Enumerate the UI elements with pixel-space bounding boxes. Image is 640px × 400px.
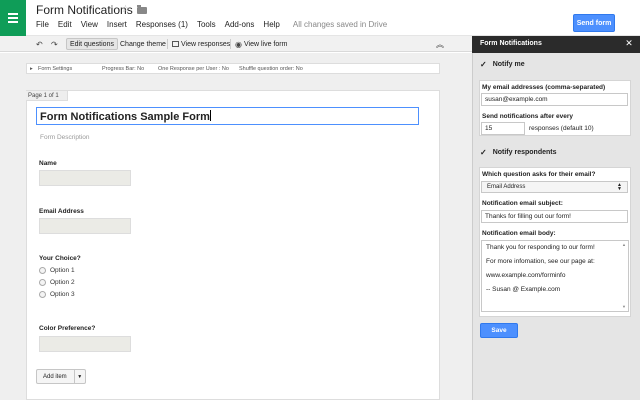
save-status: All changes saved in Drive (292, 20, 388, 29)
view-responses-button[interactable]: View responses (172, 38, 230, 50)
send-form-button[interactable]: Send form (573, 14, 615, 32)
body-line: Thank you for responding to our form! (486, 244, 595, 251)
undo-icon[interactable]: ↶ (36, 38, 43, 50)
scroll-down-icon[interactable]: ▼ (622, 304, 626, 309)
select-arrows-icon: ▲ ▼ (617, 182, 622, 192)
eye-icon: ◉ (235, 39, 242, 49)
close-icon[interactable]: ✕ (624, 38, 634, 48)
document-title[interactable]: Form Notifications (36, 3, 133, 17)
menu-tools[interactable]: Tools (197, 20, 216, 29)
page-indicator: Page 1 of 1 (26, 91, 68, 101)
menu-help[interactable]: Help (263, 20, 279, 29)
frequency-input[interactable]: 15 (481, 122, 525, 135)
edit-questions-button[interactable]: Edit questions (66, 38, 118, 50)
option-label: Option 1 (50, 267, 75, 274)
shuffle-setting: Shuffle question order: No (239, 66, 303, 72)
option-item[interactable]: Option 3 (39, 291, 75, 298)
menu-file[interactable]: File (36, 20, 49, 29)
notify-respondents-checkbox[interactable]: ✓ Notify respondents (480, 148, 557, 157)
toolbar: ↶ ↷ Edit questions Change theme View res… (0, 36, 472, 52)
redo-icon[interactable]: ↷ (51, 38, 58, 50)
view-live-form-label: View live form (243, 40, 288, 48)
menu-view[interactable]: View (81, 20, 98, 29)
body-line: For more infomation, see our page at: (486, 258, 595, 265)
add-item-button[interactable]: Add item ▼ (36, 369, 86, 384)
subject-label: Notification email subject: (482, 200, 563, 207)
view-live-form-button[interactable]: ◉ View live form (235, 38, 287, 50)
which-question-label: Which question asks for their email? (482, 171, 596, 178)
forms-logo-icon[interactable] (0, 0, 26, 36)
body-line: -- Susan @ Example.com (486, 286, 561, 293)
frequency-suffix: responses (default 10) (529, 125, 594, 132)
collapse-icon[interactable]: ︽ (436, 38, 444, 50)
body-textarea[interactable]: Thank you for responding to our form! Fo… (481, 240, 629, 312)
question-label: Email Address (39, 208, 84, 215)
form-description-input[interactable]: Form Description (40, 134, 89, 141)
question-label: Your Choice? (39, 255, 81, 262)
subject-input[interactable]: Thanks for filling out our form! (481, 210, 628, 223)
toolbar-divider (167, 39, 168, 49)
checkmark-icon: ✓ (480, 148, 487, 157)
email-answer-field[interactable] (39, 218, 131, 234)
form-settings-label: Form Settings (38, 66, 73, 72)
add-item-label: Add item (43, 373, 67, 380)
question-label: Name (39, 160, 57, 167)
name-answer-field[interactable] (39, 170, 131, 186)
view-responses-label: View responses (181, 40, 231, 48)
menu-edit[interactable]: Edit (58, 20, 72, 29)
form-title-text: Form Notifications Sample Form (40, 111, 210, 123)
email-question-value: Email Address (487, 184, 526, 190)
body-label: Notification email body: (482, 230, 556, 237)
save-button[interactable]: Save (480, 323, 518, 338)
notify-me-label: Notify me (492, 61, 525, 68)
star-icon[interactable]: ☆ (121, 4, 130, 15)
checkmark-icon: ✓ (480, 60, 487, 69)
progress-bar-setting: Progress Bar: No (102, 66, 145, 72)
notify-respondents-label: Notify respondents (492, 149, 557, 156)
chevron-down-icon[interactable]: ▼ (73, 370, 85, 383)
option-label: Option 3 (50, 291, 75, 298)
expand-arrow-icon: ▸ (30, 66, 33, 72)
radio-icon (39, 291, 46, 298)
option-item[interactable]: Option 2 (39, 279, 75, 286)
option-label: Option 2 (50, 279, 75, 286)
radio-icon (39, 279, 46, 286)
emails-input[interactable]: susan@example.com (481, 93, 628, 106)
form-title-input[interactable]: Form Notifications Sample Form (36, 107, 419, 125)
menu-bar: File Edit View Insert Responses (1) Tool… (36, 20, 387, 29)
toolbar-divider (230, 39, 231, 49)
color-answer-field[interactable] (39, 336, 131, 352)
one-response-setting: One Response per User : No (158, 66, 229, 72)
option-item[interactable]: Option 1 (39, 267, 75, 274)
app-header: Form Notifications ☆ File Edit View Inse… (0, 0, 640, 36)
menu-insert[interactable]: Insert (107, 20, 127, 29)
question-label: Color Preference? (39, 325, 96, 332)
folder-icon[interactable] (137, 5, 147, 14)
email-question-select[interactable]: Email Address ▲ ▼ (481, 181, 628, 193)
emails-label: My email addresses (comma-separated) (482, 84, 606, 91)
sidebar-title: Form Notifications (472, 36, 640, 53)
menu-responses[interactable]: Responses (1) (136, 20, 188, 29)
notify-me-checkbox[interactable]: ✓ Notify me (480, 60, 525, 69)
form-settings-bar[interactable]: ▸ Form Settings Progress Bar: No One Res… (26, 63, 440, 74)
change-theme-button[interactable]: Change theme (120, 38, 166, 50)
menu-add-ons[interactable]: Add-ons (225, 20, 255, 29)
body-line: www.example.com/forminfo (486, 272, 566, 279)
scroll-up-icon[interactable]: ▲ (622, 242, 626, 247)
radio-icon (39, 267, 46, 274)
responses-icon (172, 41, 179, 47)
frequency-label: Send notifications after every (482, 113, 574, 120)
